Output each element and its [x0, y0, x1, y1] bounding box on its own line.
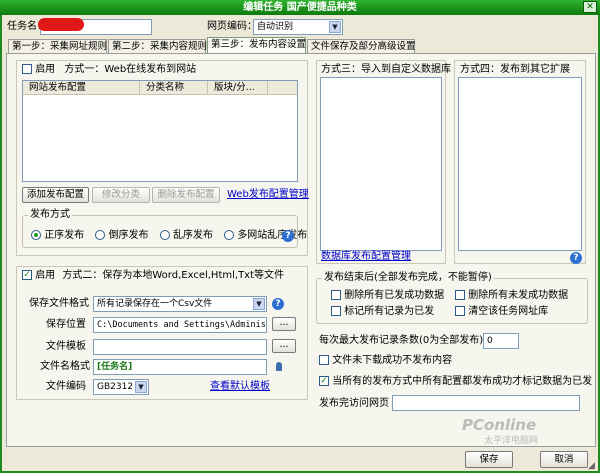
file-template-input[interactable] [93, 339, 267, 355]
clear-url-db-checkbox[interactable] [455, 306, 465, 316]
publish-mode-options: 正序发布 倒序发布 乱序发布 多网站乱序发布 [31, 230, 307, 242]
cancel-button[interactable]: 取消 [540, 451, 588, 468]
method1-enable-checkbox[interactable] [22, 64, 32, 74]
publish-mode-title: 发布方式 [28, 209, 72, 221]
method4-help-icon[interactable]: ? [570, 252, 582, 264]
tab-step2[interactable]: 第二步：采集内容规则 [108, 39, 207, 54]
clear-url-db-label: 清空该任务网址库 [468, 306, 549, 317]
method4-title: 方式四：发布到其它扩展 [460, 64, 570, 75]
mode-label-descending: 倒序发布 [108, 230, 149, 241]
web-publish-config-link[interactable]: Web发布配置管理 [227, 188, 309, 202]
watermark-sub: 太平洋电脑网 [484, 436, 539, 446]
mode-radio-ascending[interactable] [31, 230, 41, 240]
mode-label-multisite-random: 多网站乱序发布 [237, 230, 308, 241]
method1-header: 启用 方式一：Web在线发布到网站 [22, 64, 196, 76]
browse-template-button[interactable]: ... [272, 339, 296, 353]
dropdown-arrow-icon: ▼ [135, 381, 147, 393]
tab-step3[interactable]: 第三步：发布内容设置 [207, 37, 306, 54]
database-publish-config-link[interactable]: 数据库发布配置管理 [321, 250, 411, 264]
filename-format-value: [任务名] [97, 362, 133, 372]
pin-icon[interactable] [276, 362, 282, 371]
save-button[interactable]: 保存 [465, 451, 513, 468]
mark-all-published-checkbox[interactable]: ✓ [319, 376, 329, 386]
filename-format-label: 文件名格式 [40, 361, 90, 372]
resize-grip-icon[interactable]: ◢ [588, 461, 598, 471]
mode-radio-descending[interactable] [95, 230, 106, 240]
window-title: 编辑任务 国产便捷品种类 [243, 2, 357, 13]
save-location-input[interactable]: C:\Documents and Settings\Administrat [93, 317, 267, 333]
delete-failed-label: 删除所有未发成功数据 [468, 290, 569, 301]
save-location-value: C:\Documents and Settings\Administrat [97, 320, 266, 330]
after-publish-title: 发布结束后(全部发布完成，不能暂停) [322, 272, 494, 284]
mark-all-published-label: 当所有的发布方式中所有配置都发布成功才标记数据为已发 [332, 376, 593, 387]
filename-format-input[interactable]: [任务名] [93, 359, 267, 375]
after-option-1: 删除所有已发成功数据 [331, 290, 444, 302]
visit-url-input[interactable] [392, 395, 580, 411]
file-encoding-value: GB2312 [97, 382, 134, 392]
save-location-label: 保存位置 [46, 319, 86, 330]
save-format-value: 所有记录保存在一个Csv文件 [97, 299, 213, 309]
visit-url-label: 发布完访问网页 [319, 398, 389, 409]
method1-enable-label: 启用 [35, 64, 56, 75]
max-records-input[interactable]: 0 [483, 333, 519, 349]
delete-failed-checkbox[interactable] [455, 290, 465, 300]
browse-location-button[interactable]: ... [272, 317, 296, 331]
method1-title: 方式一：Web在线发布到网站 [64, 64, 197, 75]
after-option-3: 标记所有记录为已发 [331, 306, 434, 318]
file-encoding-label: 文件编码 [46, 381, 86, 392]
mark-published-option: ✓ 当所有的发布方式中所有配置都发布成功才标记数据为已发 [319, 376, 592, 388]
mode-label-random: 乱序发布 [172, 230, 213, 241]
publish-encoding-label: 网页编码： [207, 21, 257, 32]
tab-step4[interactable]: 文件保存及部分高级设置 [307, 39, 416, 54]
help-icon[interactable]: ? [282, 230, 294, 242]
method2-enable-checkbox[interactable]: ✓ [22, 270, 32, 280]
file-template-label: 文件模板 [46, 341, 86, 352]
mark-published-checkbox[interactable] [331, 306, 341, 316]
delete-success-label: 删除所有已发成功数据 [344, 290, 445, 301]
modify-category-button[interactable]: 修改分类 [92, 187, 150, 203]
mode-radio-random[interactable] [159, 230, 170, 240]
method3-list[interactable] [320, 77, 442, 251]
after-option-2: 删除所有未发成功数据 [455, 290, 568, 302]
publish-encoding-value: 自动识别 [257, 22, 294, 32]
delete-success-checkbox[interactable] [331, 290, 341, 300]
dropdown-arrow-icon: ▼ [253, 298, 265, 310]
tab-step1[interactable]: 第一步：采集网址规则 [8, 39, 107, 54]
column-category[interactable]: 分类名称 [140, 81, 208, 94]
redaction-mark [38, 18, 84, 31]
save-format-select[interactable]: 所有记录保存在一个Csv文件 ▼ [93, 296, 267, 312]
method2-title: 方式二：保存为本地Word,Excel,Html,Txt等文件 [62, 270, 285, 281]
close-button[interactable]: ✕ [583, 1, 597, 13]
save-format-label: 保存文件格式 [29, 298, 89, 309]
mode-label-ascending: 正序发布 [44, 230, 85, 241]
window-title-bar: 编辑任务 国产便捷品种类 [0, 0, 600, 15]
column-site-config[interactable]: 网站发布配置 [23, 81, 140, 94]
unpublished-content-checkbox[interactable] [319, 355, 329, 365]
file-encoding-select[interactable]: GB2312 ▼ [93, 379, 149, 395]
unpublished-content-label: 文件未下载成功不发布内容 [332, 355, 453, 366]
mode-radio-multisite-random[interactable] [224, 230, 235, 240]
list-header: 网站发布配置 分类名称 版块/分... [23, 81, 297, 95]
unpublished-content-option: 文件未下载成功不发布内容 [319, 355, 452, 367]
method2-header: ✓ 启用 方式二：保存为本地Word,Excel,Html,Txt等文件 [22, 270, 284, 282]
method4-list[interactable] [458, 77, 582, 251]
publish-config-list[interactable]: 网站发布配置 分类名称 版块/分... [22, 80, 298, 182]
method2-enable-label: 启用 [35, 270, 56, 281]
watermark-brand: PConline [462, 416, 537, 434]
max-records-value: 0 [487, 336, 493, 346]
add-publish-config-button[interactable]: 添加发布配置 [22, 187, 89, 203]
after-option-4: 清空该任务网址库 [455, 306, 548, 318]
delete-publish-config-button[interactable]: 删除发布配置 [152, 187, 220, 203]
save-format-help-icon[interactable]: ? [272, 298, 284, 310]
column-board[interactable]: 版块/分... [208, 81, 268, 94]
method3-title: 方式三：导入到自定义数据库 [321, 64, 451, 75]
max-records-label: 每次最大发布记录条数(0为全部发布)： [319, 335, 494, 346]
view-default-template-link[interactable]: 查看默认模板 [210, 380, 270, 394]
dropdown-arrow-icon: ▼ [329, 21, 341, 33]
publish-encoding-select[interactable]: 自动识别 ▼ [253, 19, 343, 35]
mark-published-label: 标记所有记录为已发 [344, 306, 435, 317]
